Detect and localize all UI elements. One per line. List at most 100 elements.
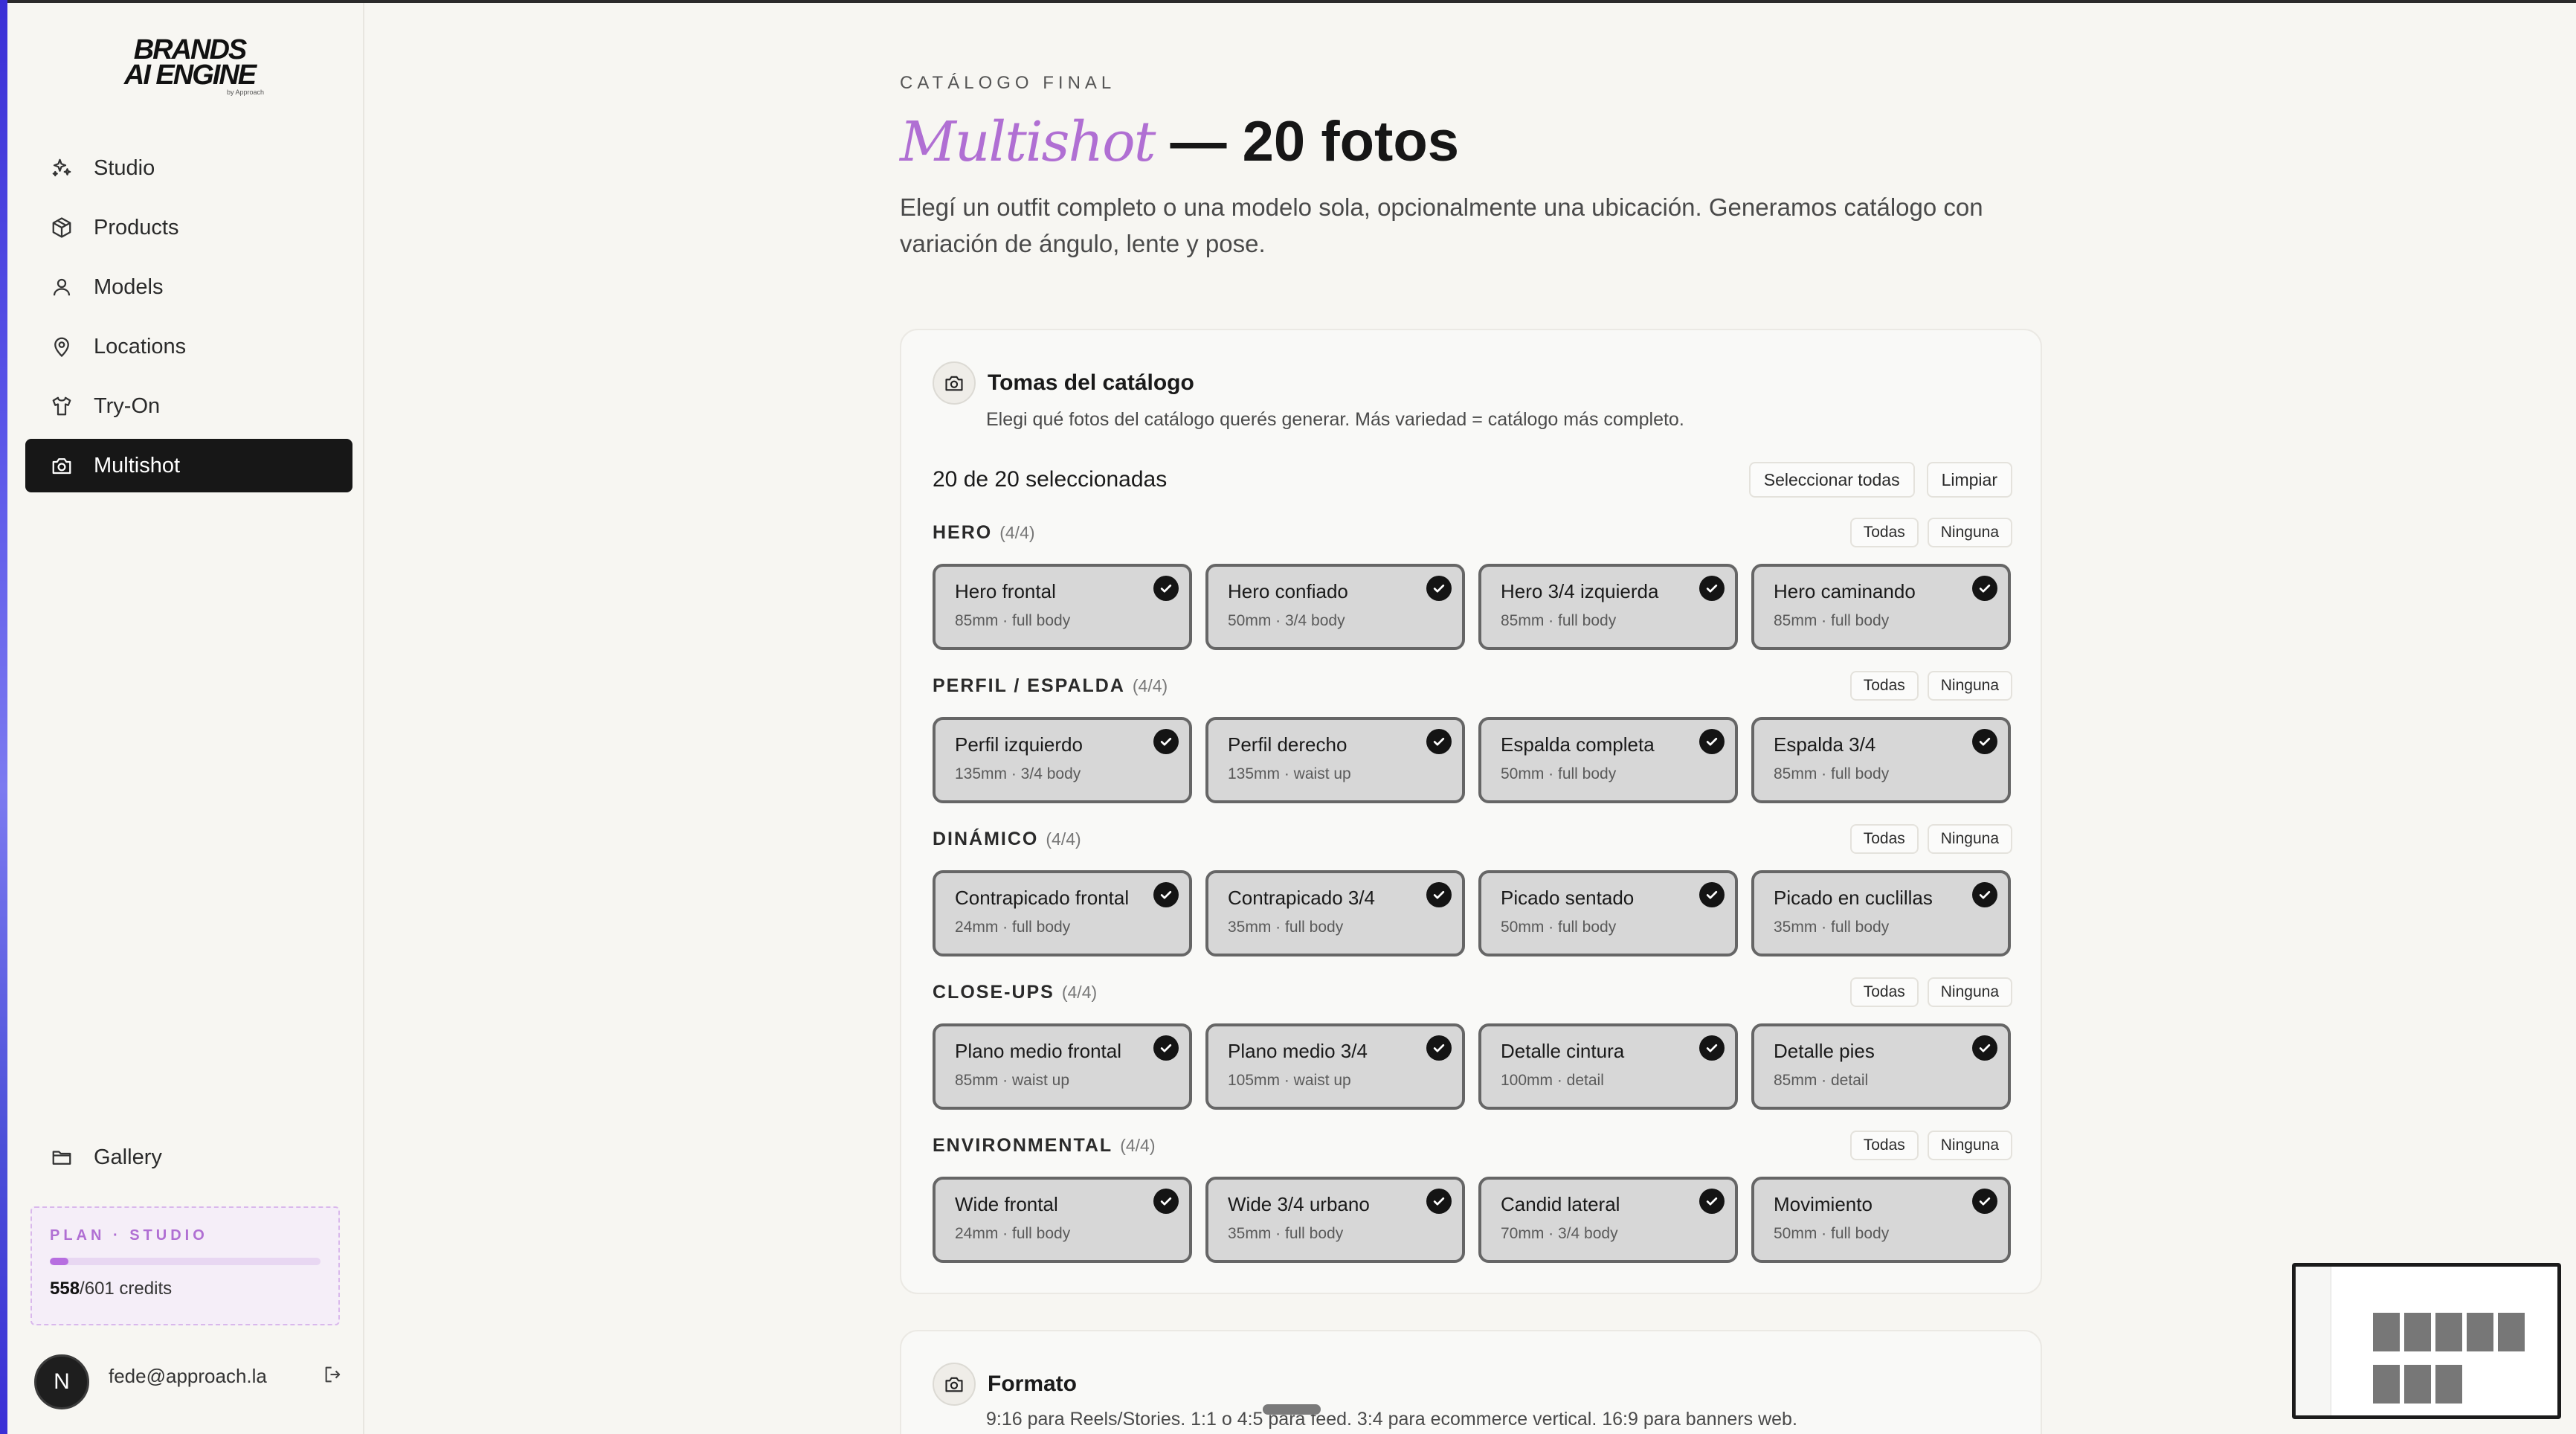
- shot-detail: 50mm · 3/4 body: [1228, 612, 1345, 629]
- group-select-none-button[interactable]: Ninguna: [1927, 977, 2012, 1007]
- sidebar-item-locations[interactable]: Locations: [25, 320, 352, 373]
- shot-detail: 135mm · waist up: [1228, 765, 1351, 782]
- shot-group-count: (4/4): [1120, 1135, 1156, 1155]
- shot-tile[interactable]: Picado en cuclillas 35mm · full body: [1751, 870, 2011, 956]
- credits-total: /601 credits: [80, 1279, 173, 1299]
- shot-tile[interactable]: Plano medio frontal 85mm · waist up: [933, 1023, 1192, 1110]
- shot-group-perfil-espalda: PERFIL / ESPALDA (4/4) Todas Ninguna Perfil …: [933, 669, 2012, 803]
- brand-line-1: BRANDS: [133, 34, 248, 65]
- group-select-none-button[interactable]: Ninguna: [1927, 824, 2012, 854]
- group-select-all-button[interactable]: Todas: [1849, 824, 1919, 854]
- format-card-subtitle: 9:16 para Reels/Stories. 1:1 o 4:5 para …: [986, 1409, 1797, 1430]
- scroll-handle[interactable]: [1263, 1404, 1321, 1415]
- shot-detail: 85mm · full body: [1774, 612, 1890, 629]
- select-all-button[interactable]: Seleccionar todas: [1748, 462, 1915, 498]
- sidebar-item-label: Locations: [94, 334, 187, 358]
- shot-group-dinámico: DINÁMICO (4/4) Todas Ninguna Contrapicado fr…: [933, 823, 2012, 956]
- shot-tile[interactable]: Movimiento 50mm · full body: [1751, 1177, 2011, 1263]
- shot-group-header: PERFIL / ESPALDA (4/4) Todas Ninguna: [933, 669, 2012, 702]
- check-icon: [1972, 729, 1997, 754]
- group-select-none-button[interactable]: Ninguna: [1927, 1131, 2012, 1160]
- shot-detail: 50mm · full body: [1501, 765, 1617, 782]
- check-icon: [1153, 1035, 1179, 1061]
- shot-name: Perfil derecho: [1228, 733, 1347, 756]
- shot-tile[interactable]: Contrapicado frontal 24mm · full body: [933, 870, 1192, 956]
- shot-detail: 85mm · full body: [1501, 612, 1617, 629]
- credits-used: 558: [50, 1279, 80, 1299]
- shot-tile[interactable]: Hero confiado 50mm · 3/4 body: [1205, 564, 1465, 650]
- sidebar-item-multishot[interactable]: Multishot: [25, 439, 352, 492]
- clear-button[interactable]: Limpiar: [1926, 462, 2012, 498]
- avatar[interactable]: N: [34, 1354, 89, 1409]
- shot-tile[interactable]: Wide frontal 24mm · full body: [933, 1177, 1192, 1263]
- camera-icon: [933, 361, 976, 405]
- check-icon: [1699, 1035, 1725, 1061]
- group-select-all-button[interactable]: Todas: [1849, 671, 1919, 701]
- shot-tile[interactable]: Hero 3/4 izquierda 85mm · full body: [1478, 564, 1738, 650]
- logout-icon[interactable]: [323, 1364, 347, 1388]
- shot-tile[interactable]: Candid lateral 70mm · 3/4 body: [1478, 1177, 1738, 1263]
- thumbnail-photo: [2435, 1365, 2462, 1404]
- shot-tile[interactable]: Plano medio 3/4 105mm · waist up: [1205, 1023, 1465, 1110]
- camera-icon: [49, 453, 74, 478]
- shot-group-header: ENVIRONMENTAL (4/4) Todas Ninguna: [933, 1129, 2012, 1162]
- shot-name: Wide 3/4 urbano: [1228, 1193, 1370, 1215]
- window-top-border: [0, 0, 2576, 3]
- shot-tiles: Perfil izquierdo 135mm · 3/4 body Perfil d…: [933, 717, 2012, 803]
- catalog-card-header: Tomas del catálogo: [933, 361, 1194, 405]
- shot-tile[interactable]: Perfil izquierdo 135mm · 3/4 body: [933, 717, 1192, 803]
- shot-name: Contrapicado frontal: [955, 887, 1130, 909]
- check-icon: [1153, 729, 1179, 754]
- shot-name: Perfil izquierdo: [955, 733, 1083, 756]
- shot-tile[interactable]: Hero frontal 85mm · full body: [933, 564, 1192, 650]
- shot-detail: 85mm · detail: [1774, 1072, 1869, 1089]
- thumbnail-photo: [2498, 1313, 2525, 1351]
- sidebar-item-label: Gallery: [94, 1145, 162, 1169]
- shot-tiles: Wide frontal 24mm · full body Wide 3/4 urb…: [933, 1177, 2012, 1263]
- shot-tile[interactable]: Picado sentado 50mm · full body: [1478, 870, 1738, 956]
- shot-tile[interactable]: Detalle pies 85mm · detail: [1751, 1023, 2011, 1110]
- shot-tile[interactable]: Contrapicado 3/4 35mm · full body: [1205, 870, 1465, 956]
- shot-name: Movimiento: [1774, 1193, 1873, 1215]
- check-icon: [1426, 576, 1452, 601]
- group-select-all-button[interactable]: Todas: [1849, 977, 1919, 1007]
- thumbnail-photo: [2404, 1365, 2431, 1404]
- screen-preview-thumbnail[interactable]: [2292, 1263, 2561, 1419]
- shot-group-header: HERO (4/4) Todas Ninguna: [933, 516, 2012, 549]
- shot-group-hero: HERO (4/4) Todas Ninguna Hero frontal 85mm · …: [933, 516, 2012, 650]
- shot-tile[interactable]: Hero caminando 85mm · full body: [1751, 564, 2011, 650]
- shot-group-name: DINÁMICO: [933, 828, 1039, 849]
- thumbnail-photo: [2373, 1313, 2400, 1351]
- sidebar-item-models[interactable]: Models: [25, 260, 352, 314]
- catalog-card-title: Tomas del catálogo: [988, 370, 1194, 395]
- shot-group-name: ENVIRONMENTAL: [933, 1134, 1113, 1156]
- user-icon: [49, 274, 74, 300]
- shot-detail: 70mm · 3/4 body: [1501, 1225, 1618, 1242]
- sidebar-item-studio[interactable]: Studio: [25, 141, 352, 195]
- check-icon: [1699, 1189, 1725, 1214]
- group-select-none-button[interactable]: Ninguna: [1927, 518, 2012, 547]
- shot-tile[interactable]: Perfil derecho 135mm · waist up: [1205, 717, 1465, 803]
- shot-tile[interactable]: Detalle cintura 100mm · detail: [1478, 1023, 1738, 1110]
- shot-tile[interactable]: Espalda completa 50mm · full body: [1478, 717, 1738, 803]
- shot-detail: 24mm · full body: [955, 1225, 1071, 1242]
- group-select-all-button[interactable]: Todas: [1849, 1131, 1919, 1160]
- group-select-all-button[interactable]: Todas: [1849, 518, 1919, 547]
- sidebar-item-try-on[interactable]: Try-On: [25, 379, 352, 433]
- shot-name: Detalle pies: [1774, 1040, 1875, 1062]
- shot-tile[interactable]: Wide 3/4 urbano 35mm · full body: [1205, 1177, 1465, 1263]
- shot-group-count: (4/4): [1061, 982, 1098, 1002]
- group-select-none-button[interactable]: Ninguna: [1927, 671, 2012, 701]
- shot-detail: 85mm · waist up: [955, 1072, 1070, 1089]
- page-title: Multishot — 20 fotos: [900, 109, 2045, 176]
- shot-tile[interactable]: Espalda 3/4 85mm · full body: [1751, 717, 2011, 803]
- thumbnail-photo: [2373, 1365, 2400, 1404]
- check-icon: [1972, 882, 1997, 907]
- shot-name: Plano medio frontal: [955, 1040, 1122, 1062]
- brand-logo[interactable]: BRANDS AI ENGINE by Approach: [115, 34, 264, 96]
- sparkles-icon: [49, 155, 74, 181]
- shot-name: Candid lateral: [1501, 1193, 1620, 1215]
- box-icon: [49, 215, 74, 240]
- sidebar-item-gallery[interactable]: Gallery: [25, 1131, 352, 1184]
- sidebar-item-products[interactable]: Products: [25, 201, 352, 254]
